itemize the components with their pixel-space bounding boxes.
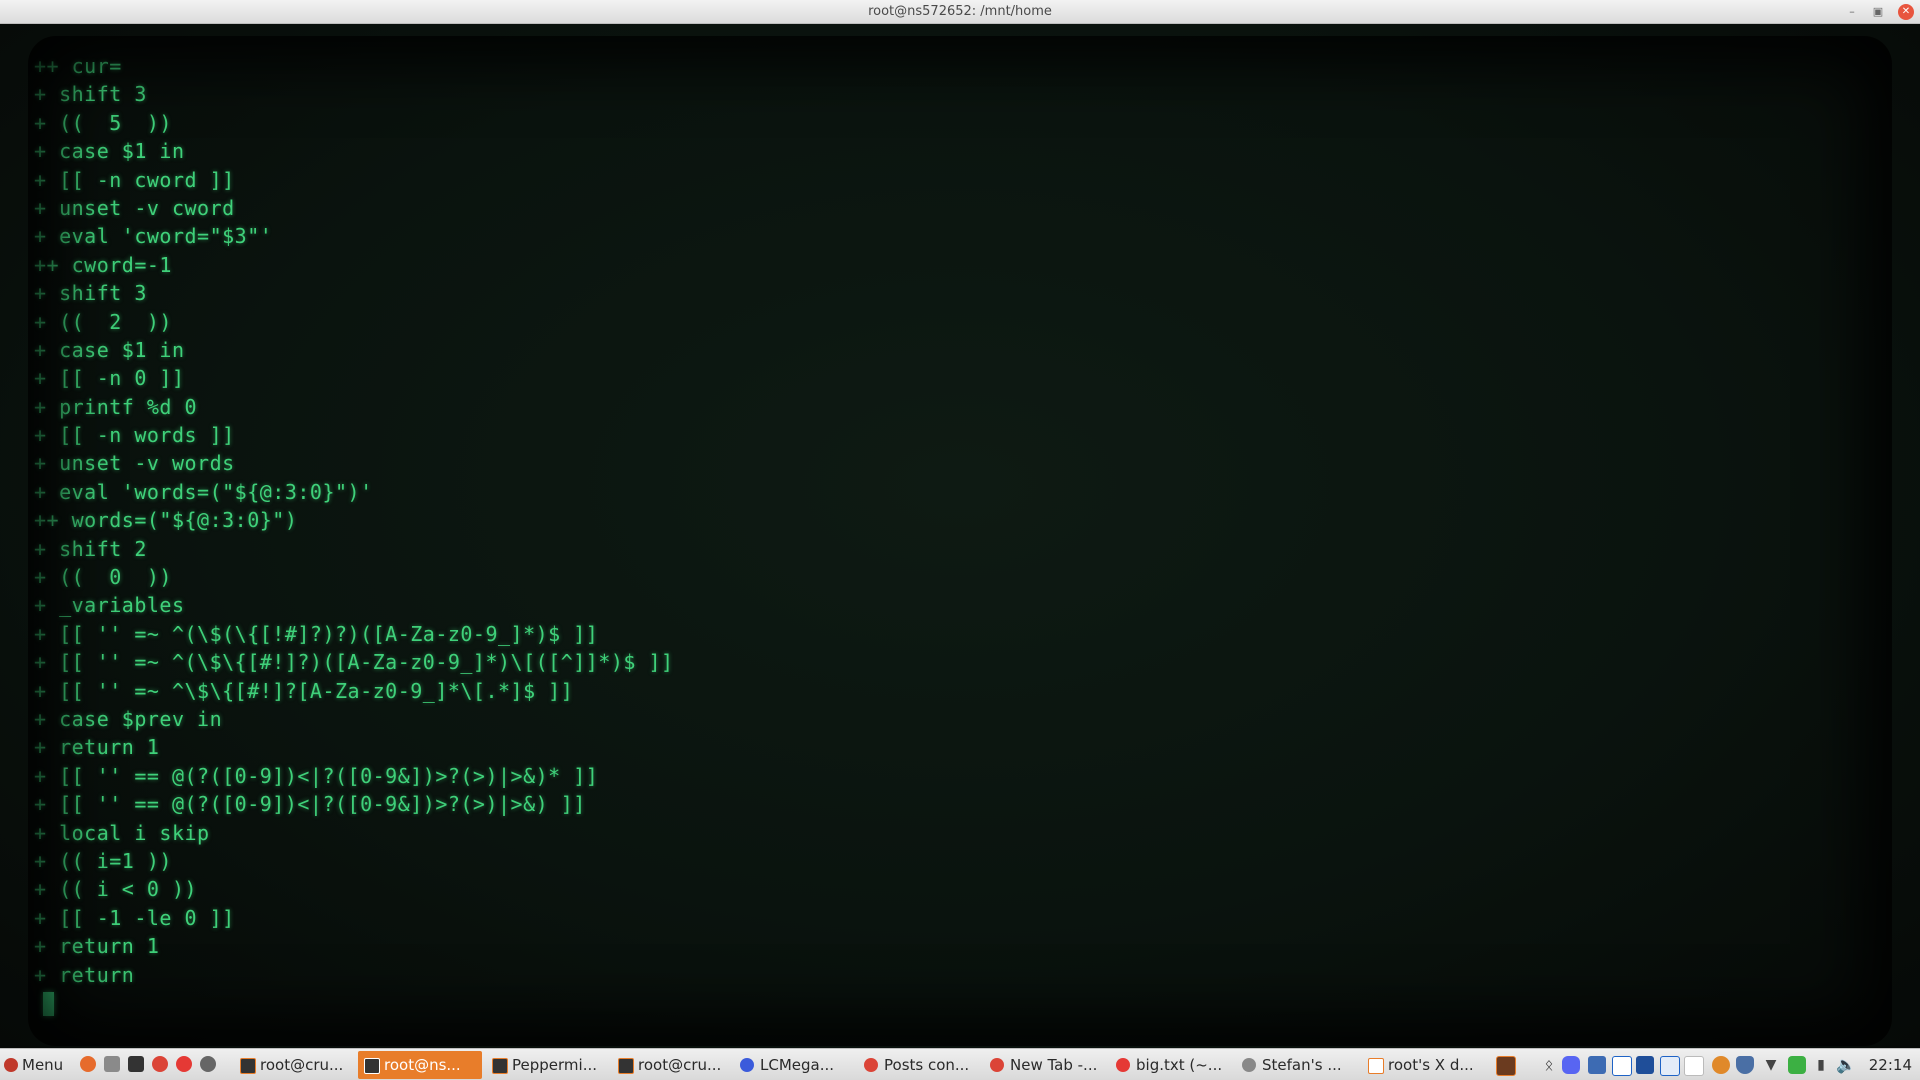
terminal-line: + [[ '' =~ ^\$\{[#!]?[A-Za-z0-9_]*\[.*]$…	[34, 678, 574, 703]
terminal-line: + case $1 in	[34, 139, 185, 164]
task-label: root@cru...	[260, 1056, 344, 1074]
taskbar-task[interactable]: Peppermi...	[486, 1051, 606, 1079]
task-label: root@cru...	[638, 1056, 722, 1074]
update-check-icon[interactable]	[1788, 1056, 1806, 1074]
window-title: root@ns572652: /mnt/home	[868, 4, 1052, 19]
task-label: New Tab -...	[1010, 1056, 1098, 1074]
app-icon	[1242, 1058, 1256, 1072]
distro-logo-icon	[4, 1058, 18, 1072]
terminal-output[interactable]: ++ cur= + shift 3 + (( 5 )) + case $1 in…	[0, 24, 1920, 1048]
task-label: LCMega...	[760, 1056, 835, 1074]
script-tray-icon[interactable]	[1660, 1056, 1680, 1076]
editor-icon	[1116, 1058, 1130, 1072]
window-titlebar[interactable]: root@ns572652: /mnt/home – ▣ ✕	[0, 0, 1920, 24]
terminal-lines: ++ cur= + shift 3 + (( 5 )) + case $1 in…	[34, 52, 1854, 1017]
terminal-line: + (( 0 ))	[34, 565, 172, 590]
terminal-line: ++ cur=	[34, 54, 122, 78]
files-launcher-icon[interactable]	[104, 1056, 120, 1072]
bluetooth-icon[interactable]: ᛟ	[1540, 1056, 1558, 1074]
terminal-line: + (( i=1 ))	[34, 848, 172, 873]
layers-icon[interactable]	[1588, 1056, 1606, 1074]
taskbar-task[interactable]: Posts con...	[858, 1051, 982, 1079]
close-icon[interactable]: ✕	[1898, 4, 1914, 20]
chrome-icon	[864, 1058, 878, 1072]
firefox-icon	[740, 1058, 754, 1072]
network-tray-icon[interactable]	[1636, 1056, 1654, 1074]
terminal-line: + case $1 in	[34, 337, 185, 362]
blank-tray-icon[interactable]	[1684, 1056, 1704, 1076]
terminal-line: + [[ '' == @(?([0-9])<|?([0-9&])>?(>)|>&…	[34, 763, 599, 788]
terminal-line: + shift 3	[34, 82, 147, 107]
terminal-icon	[492, 1058, 508, 1074]
terminal-line: + _variables	[34, 593, 185, 618]
terminal-line: + return 1	[34, 934, 160, 959]
terminal-line: + unset -v cword	[34, 195, 235, 220]
minimize-icon[interactable]: –	[1844, 4, 1860, 20]
terminal-prompt-line[interactable]	[34, 989, 1854, 1017]
terminal-line: + [[ -1 -le 0 ]]	[34, 905, 235, 930]
maximize-icon[interactable]: ▣	[1870, 4, 1886, 20]
terminal-line: + eval 'cword="$3"'	[34, 224, 273, 249]
terminal-line: ++ words=("${@:3:0}")	[34, 508, 298, 533]
terminal-line: + eval 'words=("${@:3:0}")'	[34, 479, 373, 504]
terminal-line: + (( 2 ))	[34, 309, 172, 334]
task-label: root@ns...	[384, 1056, 461, 1074]
taskbar-task[interactable]: New Tab -...	[984, 1051, 1108, 1079]
terminal-icon	[364, 1058, 380, 1074]
fox-icon[interactable]	[1712, 1056, 1730, 1074]
terminal-line: + return	[34, 962, 135, 987]
terminal-line: + [[ '' == @(?([0-9])<|?([0-9&])>?(>)|>&…	[34, 792, 586, 817]
terminal-cursor	[43, 992, 54, 1017]
task-label: Posts con...	[884, 1056, 970, 1074]
taskbar-task[interactable]: root@cru...	[234, 1051, 354, 1079]
taskbar-task[interactable]: LCMega...	[734, 1051, 856, 1079]
terminal-line: + unset -v words	[34, 451, 235, 476]
terminal-line: + [[ -n words ]]	[34, 423, 235, 448]
terminal-line: + [[ '' =~ ^(\$\{[#!]?)([A-Za-z0-9_]*)\[…	[34, 650, 674, 675]
chrome-icon	[990, 1058, 1004, 1072]
terminal-launcher-icon[interactable]	[128, 1056, 144, 1072]
terminal-icon	[240, 1058, 256, 1074]
chrome-launcher-icon[interactable]	[152, 1056, 168, 1072]
menu-label: Menu	[22, 1056, 64, 1074]
terminal-line: + [[ -n 0 ]]	[34, 366, 185, 391]
shield-icon[interactable]	[1736, 1056, 1754, 1074]
file-icon	[1368, 1058, 1384, 1074]
terminal-line: + shift 3	[34, 281, 147, 306]
battery-icon[interactable]: ▮	[1812, 1056, 1830, 1074]
taskbar-task[interactable]: Stefan's ...	[1236, 1051, 1360, 1079]
window-tray-icon[interactable]	[1612, 1056, 1632, 1076]
taskbar-task[interactable]: root@cru...	[612, 1051, 732, 1079]
terminal-icon	[618, 1058, 634, 1074]
terminal-line: + return 1	[34, 735, 160, 760]
terminal-line: + printf %d 0	[34, 394, 198, 419]
terminal-line: + shift 2	[34, 536, 147, 561]
wifi-icon[interactable]: ▼	[1762, 1056, 1780, 1074]
terminal-window: root@ns572652: /mnt/home – ▣ ✕ ++ cur= +…	[0, 0, 1920, 1048]
taskbar-task[interactable]: root's X d...	[1362, 1051, 1486, 1079]
terminal-line: + (( 5 ))	[34, 110, 172, 135]
clock[interactable]: 22:14	[1869, 1053, 1912, 1077]
task-label: big.txt (~...	[1136, 1056, 1223, 1074]
headphones-launcher-icon[interactable]	[200, 1056, 216, 1072]
terminal-line: + local i skip	[34, 820, 210, 845]
start-menu-button[interactable]: Menu	[2, 1053, 67, 1077]
taskbar: Menu root@cru... root@ns... Peppermi... …	[0, 1048, 1920, 1080]
terminal-line: ++ cword=-1	[34, 252, 172, 277]
task-label: Stefan's ...	[1262, 1056, 1342, 1074]
terminal-line: + case $prev in	[34, 706, 223, 731]
terminal-line: + [[ -n cword ]]	[34, 167, 235, 192]
terminal-line: + [[ '' =~ ^(\$(\{[!#]?)?)([A-Za-z0-9_]*…	[34, 621, 599, 646]
volume-icon[interactable]: 🔈	[1836, 1056, 1856, 1074]
app-launcher-icon[interactable]	[176, 1056, 192, 1072]
discord-icon[interactable]	[1562, 1056, 1580, 1074]
terminal-tray-icon[interactable]	[1496, 1056, 1516, 1076]
taskbar-task-active[interactable]: root@ns...	[358, 1051, 482, 1079]
taskbar-task[interactable]: big.txt (~...	[1110, 1051, 1234, 1079]
task-label: Peppermi...	[512, 1056, 597, 1074]
firefox-launcher-icon[interactable]	[80, 1056, 96, 1072]
task-label: root's X d...	[1388, 1056, 1474, 1074]
terminal-line: + (( i < 0 ))	[34, 877, 198, 902]
